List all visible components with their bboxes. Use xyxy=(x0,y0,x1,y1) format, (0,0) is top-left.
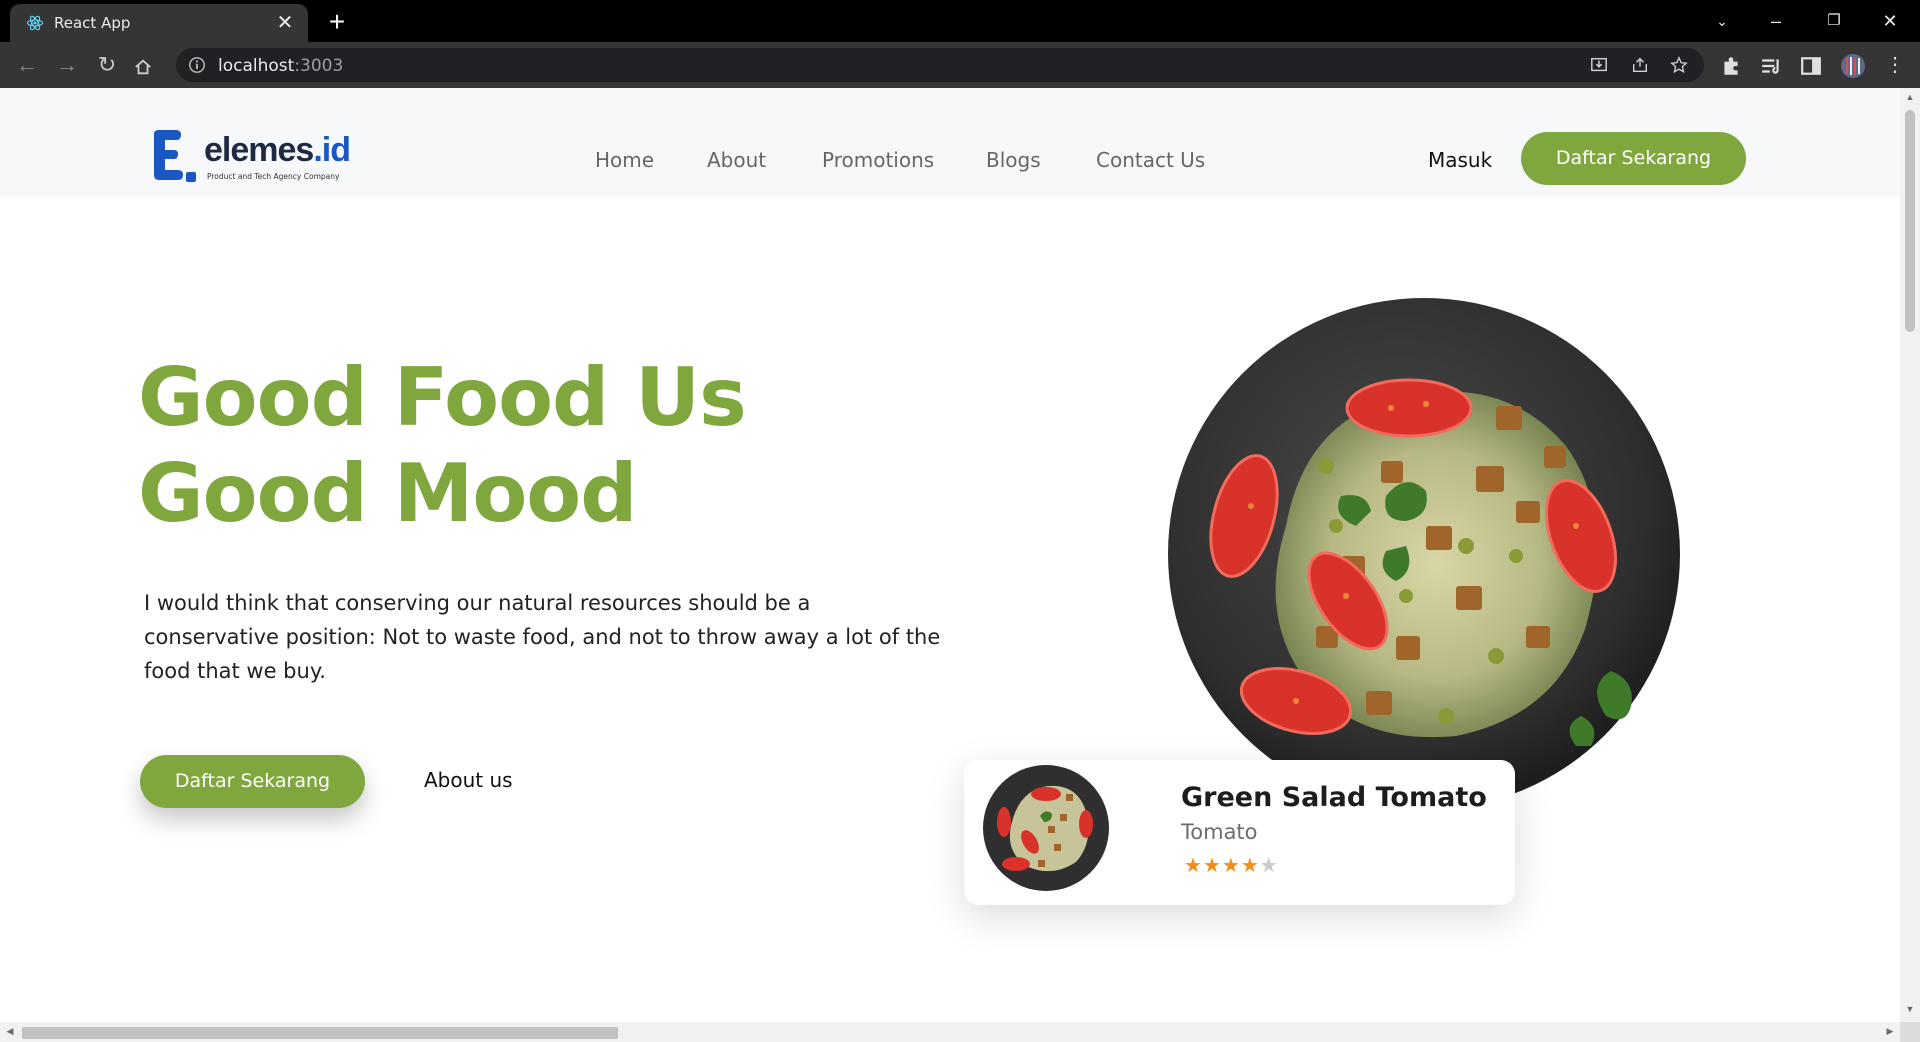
site-logo[interactable]: elemes.id Product and Tech Agency Compan… xyxy=(150,128,351,188)
star-filled-icon: ★ xyxy=(1202,855,1221,877)
browser-toolbar: ← → ↻ localhost:3003 ⋮ xyxy=(0,42,1920,88)
about-us-link[interactable]: About us xyxy=(424,768,513,792)
tab-title: React App xyxy=(54,14,131,32)
browser-tab[interactable]: React App ✕ xyxy=(10,4,308,42)
reading-list-icon[interactable] xyxy=(1760,55,1782,77)
browser-menu-icon[interactable]: ⋮ xyxy=(1880,50,1910,80)
nav-home[interactable]: Home xyxy=(595,148,654,178)
hero-paragraph: I would think that conserving our natura… xyxy=(144,591,941,683)
url-text: localhost:3003 xyxy=(218,56,344,76)
login-link[interactable]: Masuk xyxy=(1428,148,1492,172)
star-filled-icon: ★ xyxy=(1221,855,1240,877)
salad-plate-image xyxy=(1168,298,1680,810)
logo-wordmark: elemes.id xyxy=(204,131,351,169)
product-subtitle: Tomato xyxy=(1181,820,1258,844)
restore-icon[interactable]: ❐ xyxy=(1814,6,1854,36)
product-thumbnail-image xyxy=(983,765,1109,891)
home-icon[interactable] xyxy=(134,58,152,76)
site-info-icon[interactable] xyxy=(188,56,206,74)
bookmark-star-icon[interactable] xyxy=(1670,56,1688,74)
product-card[interactable]: Green Salad Tomato Tomato ★★★★★ xyxy=(964,760,1515,905)
window-close-icon[interactable]: ✕ xyxy=(1870,6,1910,36)
nav-contact-us[interactable]: Contact Us xyxy=(1096,148,1205,178)
scrollbar-corner xyxy=(1900,1022,1920,1042)
new-tab-icon[interactable]: + xyxy=(322,7,352,37)
share-icon[interactable] xyxy=(1631,56,1649,74)
vertical-scrollbar[interactable]: ▲ ▼ xyxy=(1900,88,1920,1022)
scroll-up-icon[interactable]: ▲ xyxy=(1904,92,1916,104)
scroll-right-icon[interactable]: ▶ xyxy=(1884,1026,1896,1038)
tab-search-icon[interactable]: ⌄ xyxy=(1702,6,1742,36)
star-filled-icon: ★ xyxy=(1240,855,1259,877)
nav-about[interactable]: About xyxy=(707,148,766,178)
vertical-scroll-thumb[interactable] xyxy=(1905,110,1915,332)
nav-promotions[interactable]: Promotions xyxy=(822,148,934,178)
star-empty-icon: ★ xyxy=(1259,855,1278,877)
react-icon xyxy=(26,15,44,31)
hero-register-button[interactable]: Daftar Sekarang xyxy=(140,755,365,808)
extensions-icon[interactable] xyxy=(1720,55,1742,77)
product-rating: ★★★★★ xyxy=(1184,855,1279,877)
page-viewport: elemes.id Product and Tech Agency Compan… xyxy=(0,88,1900,1022)
close-tab-icon[interactable]: ✕ xyxy=(272,10,298,36)
horizontal-scrollbar[interactable]: ◀ ▶ xyxy=(0,1022,1900,1042)
star-filled-icon: ★ xyxy=(1184,855,1202,877)
back-icon[interactable]: ← xyxy=(12,50,42,80)
profile-avatar-icon[interactable] xyxy=(1840,53,1866,79)
horizontal-scroll-thumb[interactable] xyxy=(22,1027,618,1039)
product-title: Green Salad Tomato xyxy=(1181,782,1487,813)
scroll-left-icon[interactable]: ◀ xyxy=(4,1026,16,1038)
browser-tab-bar: React App ✕ + ⌄ – ❐ ✕ xyxy=(0,0,1920,42)
install-icon[interactable] xyxy=(1590,56,1608,74)
logo-mark-icon xyxy=(154,130,196,182)
nav-blogs[interactable]: Blogs xyxy=(986,148,1041,178)
hero-title: Good Food Us Good Mood xyxy=(138,350,747,542)
side-panel-icon[interactable] xyxy=(1800,55,1822,77)
address-bar[interactable]: localhost:3003 xyxy=(176,48,1704,82)
site-navbar: elemes.id Product and Tech Agency Compan… xyxy=(0,88,1900,197)
register-button[interactable]: Daftar Sekarang xyxy=(1521,132,1746,185)
hero-title-line-2: Good Mood xyxy=(138,447,637,540)
forward-icon[interactable]: → xyxy=(52,50,82,80)
minimize-icon[interactable]: – xyxy=(1756,6,1796,36)
hero-title-line-1: Good Food Us xyxy=(138,351,747,444)
logo-tagline: Product and Tech Agency Company xyxy=(207,172,340,181)
reload-icon[interactable]: ↻ xyxy=(92,50,122,80)
scroll-down-icon[interactable]: ▼ xyxy=(1904,1004,1916,1016)
